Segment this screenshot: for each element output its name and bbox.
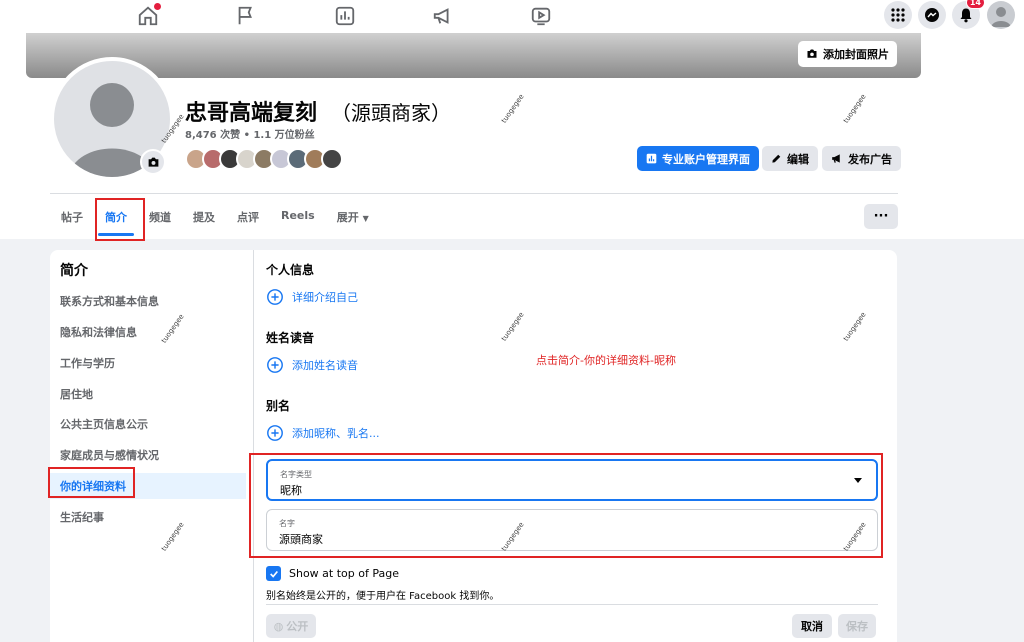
add-nickname-label: 添加昵称、乳名...: [292, 427, 380, 440]
follower-avatar: [321, 148, 343, 170]
save-button[interactable]: 保存: [838, 614, 876, 638]
cover-photo: 添加封面照片: [26, 33, 921, 78]
profile-header: 添加封面照片 忠哥高端复刻 （源頭商家） 8,476 次赞 • 1.1 万位粉丝 …: [0, 33, 1024, 239]
nickname-input[interactable]: 名字 源頭商家: [266, 509, 878, 551]
show-at-top-label: Show at top of Page: [289, 567, 399, 580]
about-sidebar-title: 简介: [60, 263, 88, 279]
notification-count-badge: 14: [965, 0, 985, 9]
tab-channels[interactable]: 频道: [138, 201, 182, 233]
describe-yourself-label: 详细介绍自己: [292, 291, 358, 304]
video-icon[interactable]: [530, 5, 552, 27]
menu-grid-icon[interactable]: [884, 1, 912, 29]
dropdown-caret-icon: [854, 478, 862, 483]
tab-mentions[interactable]: 提及: [182, 201, 226, 233]
add-name-pronunciation-link[interactable]: 添加姓名读音: [266, 356, 358, 374]
flag-icon[interactable]: [235, 5, 257, 27]
camera-icon: [807, 49, 817, 58]
about-sidebar: 简介 联系方式和基本信息 隐私和法律信息 工作与学历 居住地 公共主页信息公示 …: [50, 250, 254, 642]
tab-reviews[interactable]: 点评: [226, 201, 270, 233]
personal-info-title: 个人信息: [266, 263, 315, 277]
dashboard-chart-icon: [646, 153, 657, 164]
show-at-top-row: Show at top of Page: [266, 566, 399, 581]
megaphone-icon: [832, 154, 840, 163]
follower-avatars[interactable]: [185, 148, 343, 170]
page-title: 忠哥高端复刻 （源頭商家）: [185, 95, 451, 127]
sidebar-item-work-education[interactable]: 工作与学历: [50, 350, 246, 376]
notifications-bell-icon[interactable]: 14: [952, 0, 985, 29]
home-notification-dot: [154, 3, 161, 10]
globe-icon: ◍: [273, 619, 284, 633]
add-cover-photo-button[interactable]: 添加封面照片: [798, 41, 897, 67]
sidebar-item-page-transparency[interactable]: 公共主页信息公示: [50, 411, 246, 437]
tab-reels[interactable]: Reels: [270, 201, 326, 233]
profile-tabs: 帖子 简介 频道 提及 点评 Reels 展开 ▼: [50, 201, 380, 236]
nickname-title: 别名: [266, 399, 291, 413]
about-details-panel: 个人信息 详细介绍自己 姓名读音 添加姓名读音 别名 添加昵称、乳名... 点击…: [266, 250, 878, 642]
advertise-button[interactable]: 发布广告: [822, 146, 901, 171]
professional-dashboard-label: 专业账户管理界面: [662, 152, 750, 166]
instruction-annotation: 点击简介-你的详细资料-昵称: [536, 354, 676, 367]
dropdown-arrow-icon: ▼: [362, 214, 369, 223]
advertise-label: 发布广告: [848, 152, 892, 166]
page-stats[interactable]: 8,476 次赞 • 1.1 万位粉丝: [185, 126, 315, 141]
tab-more[interactable]: 展开 ▼: [326, 201, 380, 233]
top-navigation: 14: [0, 0, 1024, 33]
messenger-icon[interactable]: [918, 1, 946, 29]
header-divider: [50, 193, 898, 194]
professional-dashboard-button[interactable]: 专业账户管理界面: [637, 146, 759, 171]
sidebar-item-places-lived[interactable]: 居住地: [50, 381, 246, 407]
update-profile-picture-camera-icon[interactable]: [140, 149, 166, 175]
describe-yourself-link[interactable]: 详细介绍自己: [266, 288, 358, 306]
add-name-pronunciation-label: 添加姓名读音: [292, 359, 358, 372]
account-avatar[interactable]: [987, 1, 1015, 29]
insights-icon[interactable]: [334, 5, 356, 27]
show-at-top-checkbox[interactable]: [266, 566, 281, 581]
add-cover-photo-label: 添加封面照片: [823, 48, 889, 61]
sidebar-item-details-about-you[interactable]: 你的详细资料: [50, 473, 246, 499]
checkmark-icon: [269, 570, 278, 578]
more-options-button[interactable]: ···: [864, 204, 898, 229]
name-label: 名字: [279, 519, 295, 528]
name-type-value: 昵称: [280, 484, 302, 497]
name-type-select[interactable]: 名字类型 昵称: [266, 459, 878, 501]
sidebar-item-life-events[interactable]: 生活纪事: [50, 504, 246, 530]
page-name: 忠哥高端复刻: [185, 101, 318, 126]
nickname-public-hint: 别名始终是公开的，便于用户在 Facebook 找到你。: [266, 591, 500, 602]
pencil-icon: [772, 154, 781, 163]
about-card: 简介 联系方式和基本信息 隐私和法律信息 工作与学历 居住地 公共主页信息公示 …: [50, 250, 897, 642]
add-nickname-link[interactable]: 添加昵称、乳名...: [266, 424, 380, 442]
edit-label: 编辑: [787, 152, 809, 166]
plus-circle-icon: [267, 425, 283, 441]
edit-button[interactable]: 编辑: [762, 146, 818, 171]
cancel-button[interactable]: 取消: [792, 614, 832, 638]
sidebar-item-privacy-legal[interactable]: 隐私和法律信息: [50, 319, 246, 345]
page-name-suffix: （源頭商家）: [331, 101, 452, 125]
plus-circle-icon: [267, 289, 283, 305]
sidebar-item-contact-basic-info[interactable]: 联系方式和基本信息: [50, 288, 246, 314]
form-divider: [266, 604, 878, 605]
tab-about[interactable]: 简介: [94, 201, 138, 236]
privacy-public-label: 公开: [286, 620, 309, 633]
megaphone-icon[interactable]: [432, 5, 454, 27]
name-value: 源頭商家: [279, 533, 323, 546]
sidebar-item-family-relationships[interactable]: 家庭成员与感情状况: [50, 442, 246, 468]
tab-posts[interactable]: 帖子: [50, 201, 94, 233]
tab-more-label: 展开: [336, 211, 359, 224]
privacy-public-button[interactable]: ◍ 公开: [266, 614, 316, 638]
home-icon[interactable]: [137, 3, 161, 27]
name-type-label: 名字类型: [280, 470, 312, 479]
plus-circle-icon: [267, 357, 283, 373]
name-pronunciation-title: 姓名读音: [266, 331, 315, 345]
